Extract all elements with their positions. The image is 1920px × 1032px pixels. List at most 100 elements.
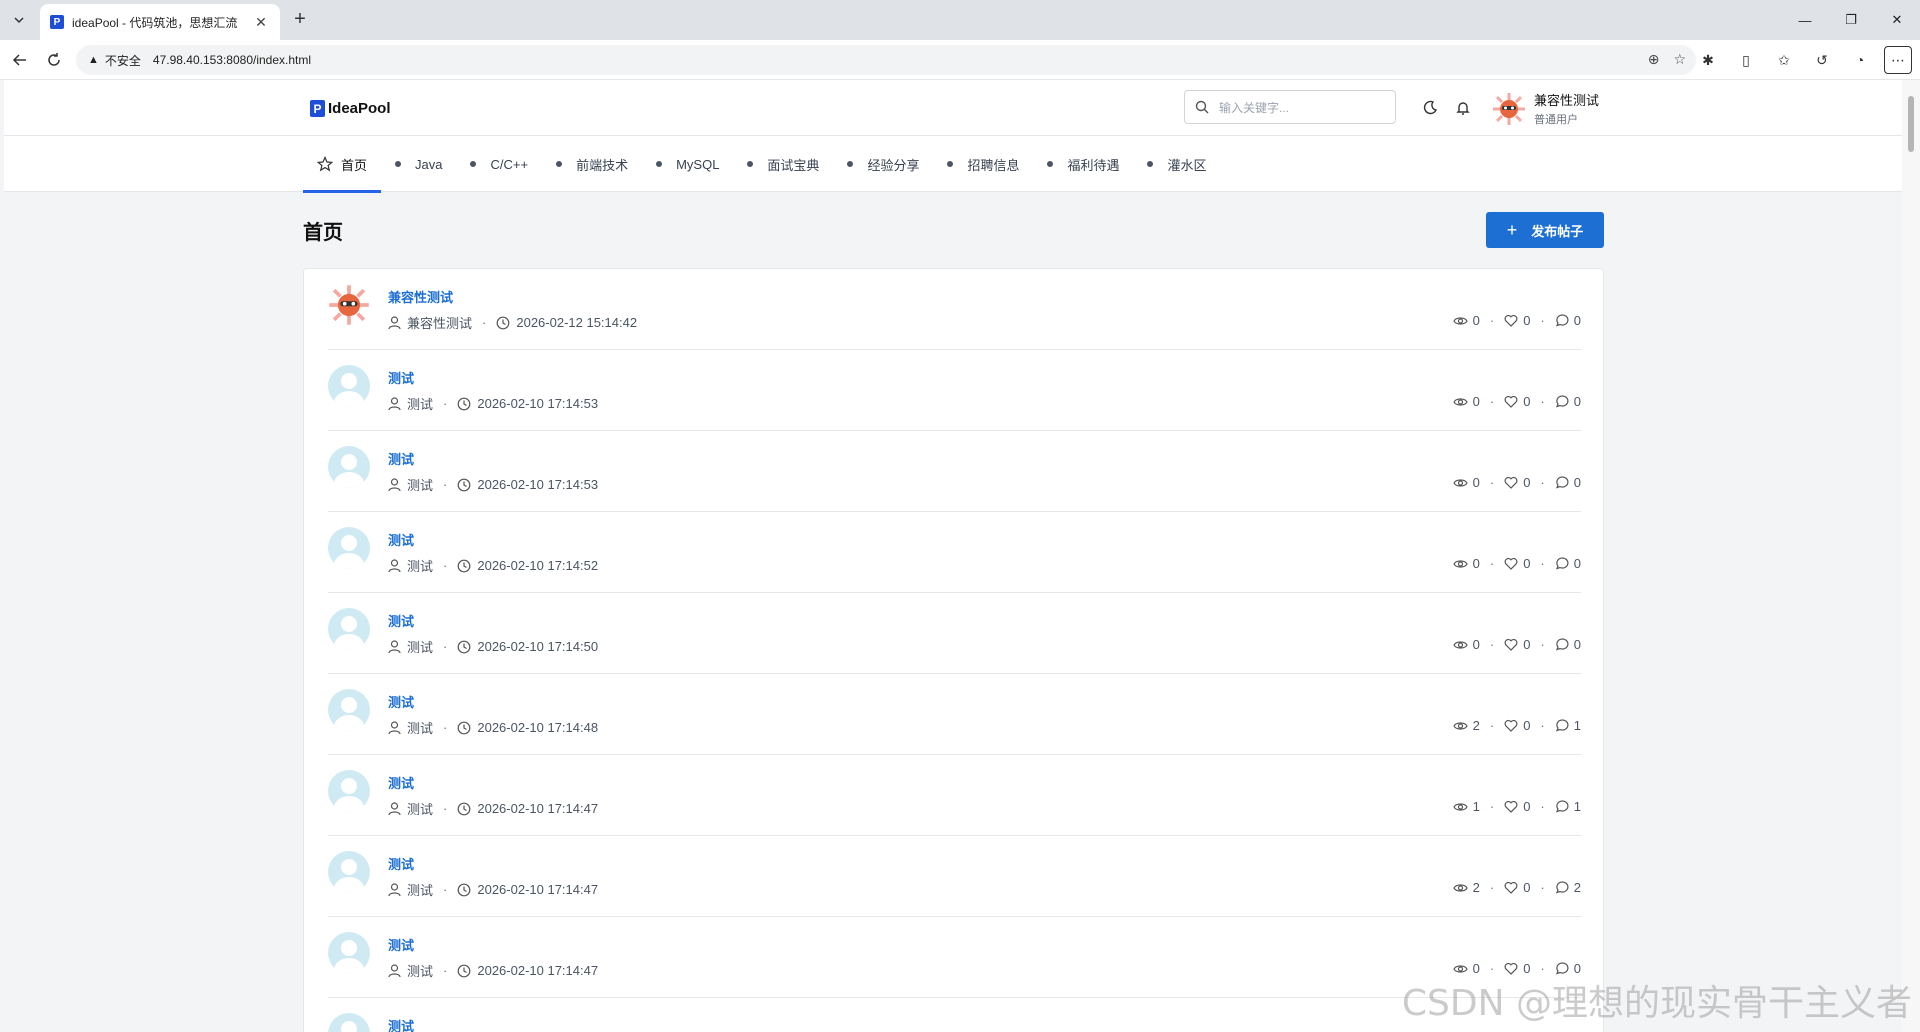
comments-stat[interactable]: 0: [1555, 313, 1581, 328]
post-row[interactable]: 测试 测试 · 2026-02-10 17:14:50 0 · 0 · 0: [328, 593, 1581, 674]
post-author: 测试: [407, 964, 434, 979]
back-icon[interactable]: [8, 48, 32, 72]
browser-tab[interactable]: P ideaPool - 代码筑池，思想汇流 ✕: [40, 4, 280, 40]
nav-item-1[interactable]: Java: [381, 136, 456, 192]
clock-icon: [457, 721, 471, 734]
post-row[interactable]: 测试 测试 · 2026-02-10 17:14:52 0 · 0 · 0: [328, 512, 1581, 593]
post-meta: 测试 · 2026-02-10 17:14:52: [388, 556, 598, 575]
tab-actions-menu-icon[interactable]: [6, 7, 32, 33]
post-title-link[interactable]: 测试: [388, 854, 414, 873]
publish-post-button[interactable]: + 发布帖子: [1486, 212, 1604, 248]
likes-stat[interactable]: 0: [1504, 475, 1530, 490]
post-author-avatar[interactable]: [328, 284, 370, 326]
favorites-icon[interactable]: ✩: [1770, 46, 1798, 74]
nav-item-6[interactable]: 经验分享: [833, 136, 933, 192]
post-time: 2026-02-10 17:14:53: [477, 396, 599, 411]
post-author-avatar[interactable]: [328, 932, 370, 974]
nav-item-2[interactable]: C/C++: [456, 136, 542, 192]
comments-stat[interactable]: 1: [1555, 718, 1581, 733]
post-row[interactable]: 兼容性测试 兼容性测试 · 2026-02-12 15:14:42 0 · 0 · 0: [328, 269, 1581, 350]
post-author-avatar[interactable]: [328, 851, 370, 893]
url-text: 47.98.40.153:8080/index.html: [152, 53, 312, 67]
post-time: 2026-02-10 17:14:47: [477, 801, 599, 816]
nav-item-9[interactable]: 灌水区: [1133, 136, 1220, 192]
post-title-link[interactable]: 测试: [388, 1016, 414, 1032]
comment-icon: [1555, 314, 1569, 327]
new-tab-icon[interactable]: +: [288, 8, 312, 32]
likes-stat[interactable]: 0: [1504, 556, 1530, 571]
post-row[interactable]: 测试 测试 · 2026-02-10 17:14:53 0 · 0 · 0: [328, 431, 1581, 512]
comments-stat[interactable]: 2: [1555, 880, 1581, 895]
views-count: 0: [1472, 556, 1480, 571]
post-title-link[interactable]: 测试: [388, 368, 414, 387]
search-input[interactable]: 输入关键字...: [1184, 90, 1396, 124]
post-author-avatar[interactable]: [328, 608, 370, 650]
post-title-link[interactable]: 兼容性测试: [388, 287, 453, 306]
split-screen-icon[interactable]: ▯: [1732, 46, 1760, 74]
post-row[interactable]: 测试 测试 · 2026-02-10 17:14:47 0 · 0 · 0: [328, 917, 1581, 998]
more-menu-icon[interactable]: ⋯: [1884, 46, 1912, 74]
likes-count: 0: [1523, 880, 1531, 895]
stat-separator: ·: [1489, 637, 1495, 652]
likes-stat[interactable]: 0: [1504, 394, 1530, 409]
comment-icon: [1555, 800, 1569, 813]
nav-item-label: 灌水区: [1167, 157, 1207, 173]
comments-stat[interactable]: 0: [1555, 637, 1581, 652]
nav-item-7[interactable]: 招聘信息: [933, 136, 1033, 192]
dark-mode-moon-icon[interactable]: [1420, 98, 1440, 118]
extensions-icon[interactable]: ✱: [1694, 46, 1722, 74]
post-title-link[interactable]: 测试: [388, 773, 414, 792]
close-tab-icon[interactable]: ✕: [252, 14, 270, 31]
post-author-avatar[interactable]: [328, 770, 370, 812]
stat-separator: ·: [1540, 556, 1545, 571]
insecure-label: 不安全: [104, 53, 141, 68]
refresh-icon[interactable]: [42, 48, 66, 72]
comments-stat[interactable]: 0: [1555, 556, 1581, 571]
reader-icon[interactable]: ⊕: [1648, 51, 1660, 68]
history-icon[interactable]: ↺: [1808, 46, 1836, 74]
author-icon: [388, 396, 401, 410]
post-row[interactable]: 测试 测试 · 2026-02-10 17:14:48 2 · 0 · 1: [328, 674, 1581, 755]
likes-stat[interactable]: 0: [1504, 637, 1530, 652]
likes-stat[interactable]: 0: [1504, 799, 1530, 814]
nav-item-4[interactable]: MySQL: [642, 136, 733, 192]
user-profile[interactable]: 兼容性测试 普通用户: [1492, 90, 1599, 127]
scrollbar-thumb[interactable]: [1908, 96, 1914, 152]
comments-stat[interactable]: 1: [1555, 799, 1581, 814]
post-author-avatar[interactable]: [328, 1013, 370, 1032]
post-author-avatar[interactable]: [328, 689, 370, 731]
post-meta: 测试 · 2026-02-10 17:14:47: [388, 799, 598, 818]
post-title-link[interactable]: 测试: [388, 692, 414, 711]
url-field[interactable]: ▲ 不安全 47.98.40.153:8080/index.html ⊕ ☆: [76, 45, 1696, 75]
comments-count: 0: [1573, 556, 1581, 571]
post-row[interactable]: 测试 测试 · 2026-02-10 17:14:47 1 · 0 · 1: [328, 755, 1581, 836]
post-author-avatar[interactable]: [328, 527, 370, 569]
favorite-star-icon[interactable]: ☆: [1673, 51, 1686, 68]
likes-stat[interactable]: 0: [1504, 880, 1530, 895]
post-title-link[interactable]: 测试: [388, 611, 414, 630]
post-title-link[interactable]: 测试: [388, 530, 414, 549]
likes-stat[interactable]: 0: [1504, 718, 1530, 733]
minimize-icon[interactable]: —: [1782, 0, 1828, 40]
post-title-link[interactable]: 测试: [388, 935, 414, 954]
site-logo[interactable]: P IdeaPool: [310, 100, 391, 117]
close-window-icon[interactable]: ✕: [1874, 0, 1920, 40]
post-author-avatar[interactable]: [328, 365, 370, 407]
nav-item-0[interactable]: 首页: [303, 136, 382, 193]
nav-item-8[interactable]: 福利待遇: [1033, 136, 1133, 192]
comments-stat[interactable]: 0: [1555, 394, 1581, 409]
likes-stat[interactable]: 0: [1504, 313, 1530, 328]
bell-icon[interactable]: [1453, 98, 1473, 118]
restore-icon[interactable]: ❐: [1828, 0, 1874, 40]
nav-item-3[interactable]: 前端技术: [542, 136, 642, 192]
post-row[interactable]: 测试: [328, 998, 1581, 1032]
views-stat: 2: [1452, 880, 1480, 895]
performance-icon[interactable]: ◔: [1846, 46, 1874, 74]
post-row[interactable]: 测试 测试 · 2026-02-10 17:14:47 2 · 0 · 2: [328, 836, 1581, 917]
post-author-avatar[interactable]: [328, 446, 370, 488]
post-row[interactable]: 测试 测试 · 2026-02-10 17:14:53 0 · 0 · 0: [328, 350, 1581, 431]
nav-item-5[interactable]: 面试宝典: [733, 136, 833, 192]
comments-stat[interactable]: 0: [1555, 475, 1581, 490]
page-scrollbar[interactable]: [1902, 80, 1920, 1032]
post-title-link[interactable]: 测试: [388, 449, 414, 468]
